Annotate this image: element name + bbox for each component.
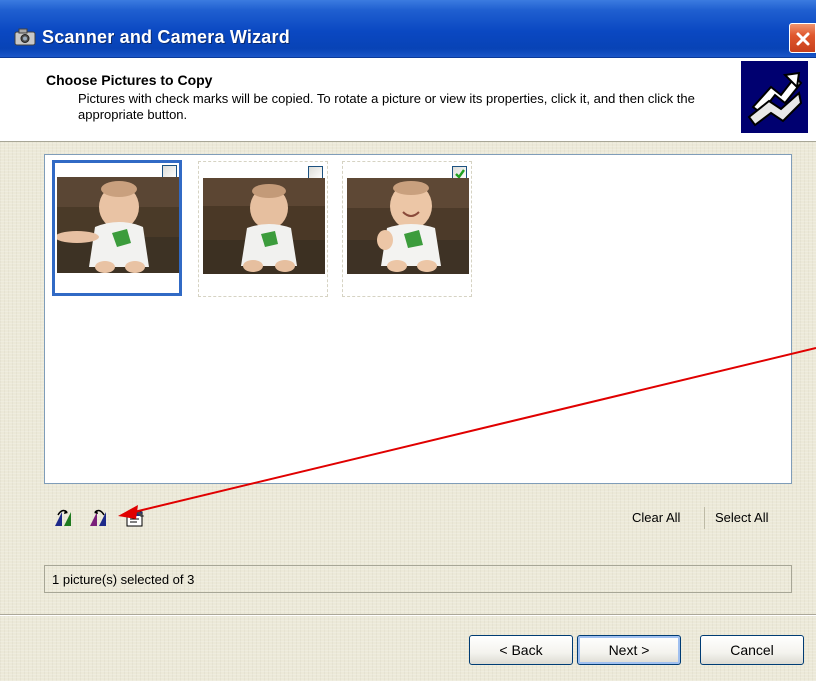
picture-list[interactable] <box>44 154 792 484</box>
baby-photo <box>203 178 325 274</box>
page-title: Choose Pictures to Copy <box>46 72 213 88</box>
selection-status: 1 picture(s) selected of 3 <box>52 572 195 587</box>
wizard-logo-icon <box>741 61 808 133</box>
window-title: Scanner and Camera Wizard <box>42 27 290 47</box>
baby-photo <box>347 178 469 274</box>
camera-icon <box>14 28 38 46</box>
back-button[interactable]: < Back <box>469 635 573 665</box>
picture-thumbnail[interactable] <box>198 161 328 297</box>
picture-thumbnail[interactable] <box>52 160 182 296</box>
rotate-clockwise-icon[interactable] <box>52 508 76 528</box>
baby-photo <box>55 177 179 273</box>
properties-icon[interactable] <box>124 508 148 528</box>
close-button[interactable] <box>789 23 816 53</box>
select-all-link[interactable]: Select All <box>715 510 768 525</box>
wizard-window: Scanner and Camera Wizard Choose Picture… <box>0 0 816 681</box>
status-bar: 1 picture(s) selected of 3 <box>44 565 792 593</box>
picture-thumbnail[interactable] <box>342 161 472 297</box>
cancel-button[interactable]: Cancel <box>700 635 804 665</box>
rotate-counterclockwise-icon[interactable] <box>87 508 111 528</box>
page-description: Pictures with check marks will be copied… <box>78 91 695 122</box>
wizard-header: Choose Pictures to Copy Pictures with ch… <box>0 58 816 142</box>
footer-divider <box>0 614 816 616</box>
link-separator <box>704 507 705 529</box>
next-button[interactable]: Next > <box>577 635 681 665</box>
title-bar[interactable]: Scanner and Camera Wizard <box>0 0 816 58</box>
clear-all-link[interactable]: Clear All <box>632 510 680 525</box>
